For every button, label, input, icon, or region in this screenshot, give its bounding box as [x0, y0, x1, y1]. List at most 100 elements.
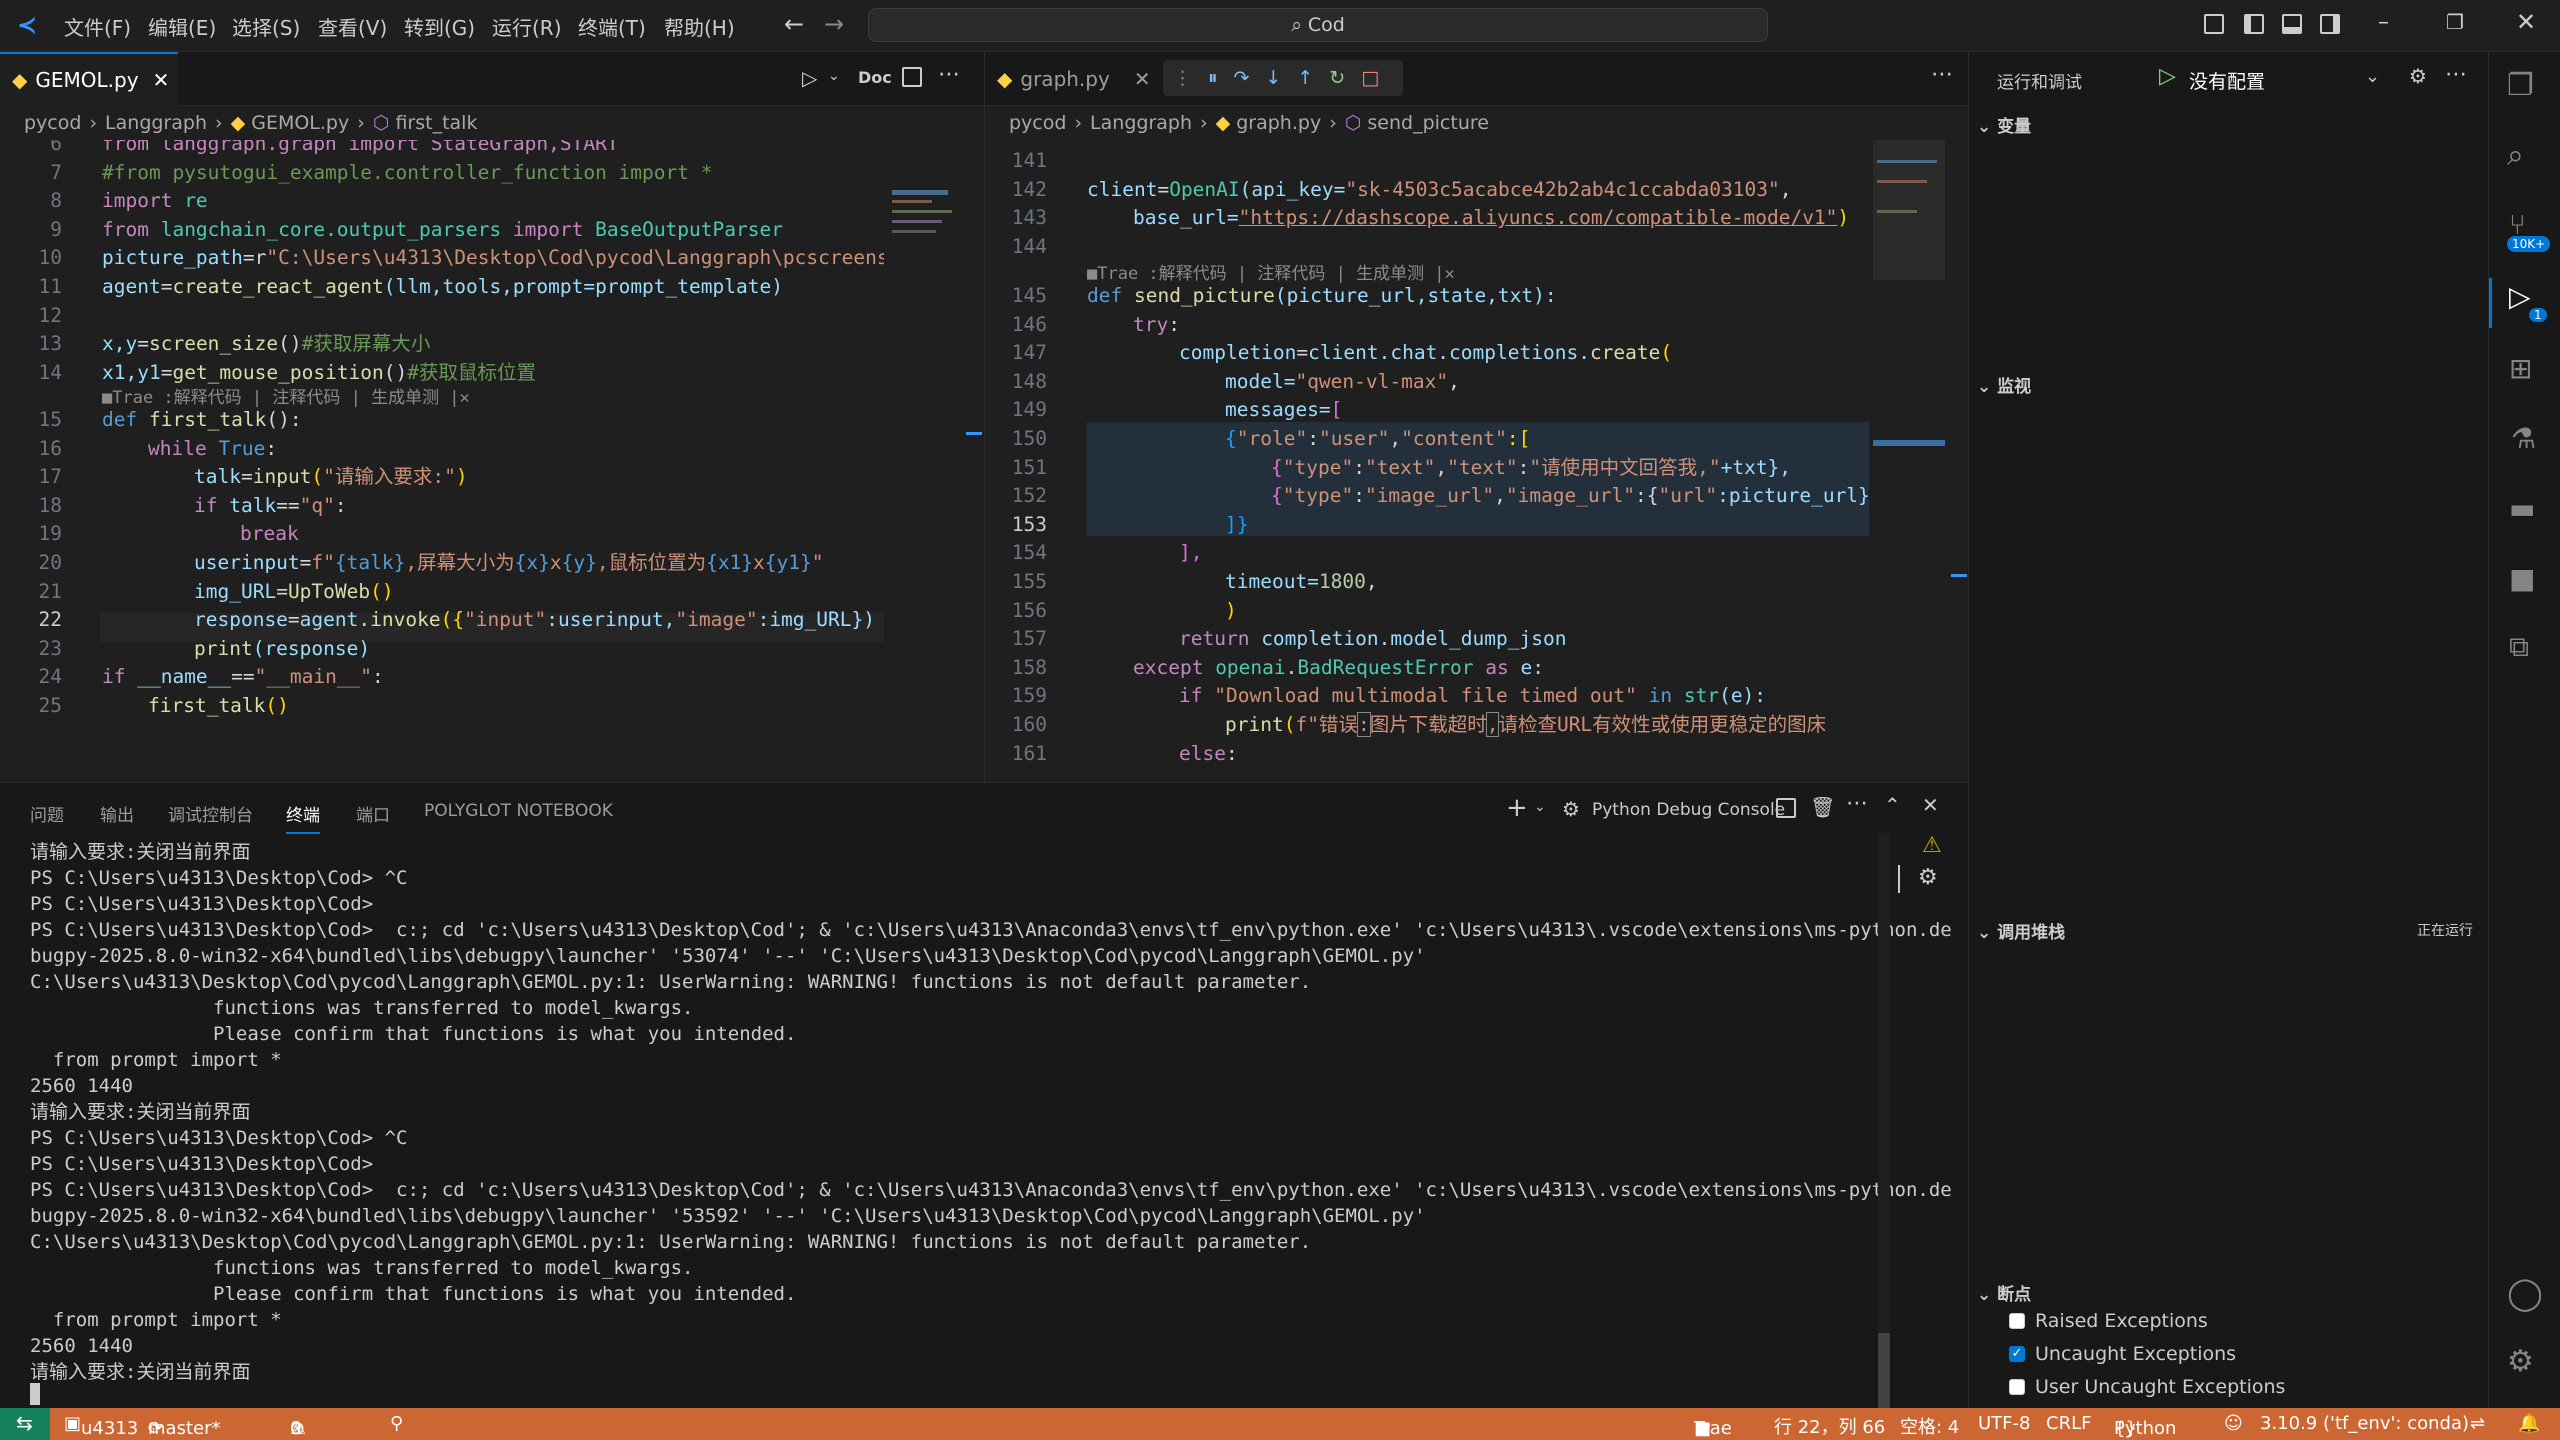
- extensions-icon[interactable]: ⊞: [2509, 352, 2532, 385]
- split-terminal-icon[interactable]: [1776, 798, 1796, 818]
- gear-icon[interactable]: ⚙: [2409, 64, 2427, 88]
- testing-flask-icon[interactable]: ⚗: [2511, 422, 2536, 455]
- breadcrumb-item[interactable]: pycod: [1009, 112, 1066, 134]
- indentation-status[interactable]: 空格: 4: [1900, 1413, 1959, 1439]
- remote-indicator[interactable]: ⇆: [0, 1408, 50, 1440]
- close-codelens-icon[interactable]: ✕: [460, 388, 470, 408]
- menu-terminal[interactable]: 终端(T): [578, 12, 646, 41]
- breadcrumb-item[interactable]: pycod: [24, 112, 81, 134]
- tab-ports[interactable]: 端口: [356, 801, 390, 826]
- back-arrow-icon[interactable]: ←: [784, 10, 804, 38]
- code-editor-left[interactable]: 6 from langgraph.graph import StateGraph,…: [0, 140, 884, 782]
- toggle-panel-icon[interactable]: [2282, 14, 2302, 34]
- restart-icon[interactable]: ↻: [1329, 67, 1345, 89]
- code-editor-right[interactable]: 141 142 client=OpenAI(api_key="sk-4503c5a…: [985, 140, 1869, 782]
- run-dropdown-icon[interactable]: ⌄: [828, 68, 840, 84]
- checkbox-unchecked[interactable]: [2009, 1313, 2025, 1329]
- forward-arrow-icon[interactable]: →: [824, 10, 844, 38]
- restore-icon[interactable]: ❐: [2446, 10, 2464, 34]
- interpreter-status[interactable]: 3.10.9 ('tf_env': conda): [2260, 1413, 2469, 1434]
- minimap-right[interactable]: [1873, 140, 1945, 782]
- tab-gemol-py[interactable]: ◆ GEMOL.py ✕: [0, 52, 178, 106]
- breakpoint-raised[interactable]: Raised Exceptions: [2009, 1310, 2208, 1332]
- minimap-left[interactable]: [888, 140, 960, 782]
- step-into-icon[interactable]: ↓: [1265, 67, 1281, 89]
- section-callstack[interactable]: ⌄ 调用堆栈: [1977, 918, 2065, 943]
- run-python-icon[interactable]: ▷: [802, 66, 817, 90]
- close-window-icon[interactable]: ✕: [2516, 8, 2536, 36]
- tab-terminal[interactable]: 终端: [286, 801, 320, 834]
- search-icon[interactable]: ⌕: [2507, 138, 2524, 173]
- remote-explorer-icon[interactable]: ▬: [2509, 492, 2535, 525]
- menu-selection[interactable]: 选择(S): [232, 12, 300, 41]
- breadcrumb-item[interactable]: first_talk: [395, 112, 477, 134]
- terminal-name-label[interactable]: Python Debug Console: [1592, 800, 1785, 820]
- command-center-search[interactable]: ⌕ Cod: [868, 8, 1768, 42]
- close-tab-icon[interactable]: ✕: [1134, 67, 1151, 91]
- code-token[interactable]: "https://dashscope.aliyuncs.com/compatib…: [1239, 206, 1838, 229]
- terminal-output[interactable]: 请输入要求:关闭当前界面 PS C:\Users\u4313\Desktop\Co…: [0, 833, 1952, 1409]
- more-actions-icon[interactable]: ⋯: [1846, 791, 1868, 816]
- explorer-icon[interactable]: ❐: [2507, 68, 2534, 103]
- panel-icon[interactable]: ■: [2509, 562, 2535, 595]
- close-tab-icon[interactable]: ✕: [153, 68, 170, 92]
- terminal-scrollbar[interactable]: [1878, 833, 1890, 1409]
- menu-view[interactable]: 查看(V): [318, 12, 387, 41]
- breadcrumb-item[interactable]: graph.py: [1236, 112, 1321, 134]
- tab-output[interactable]: 输出: [100, 801, 134, 826]
- extension-plugin-icon[interactable]: ⧉: [2509, 630, 2529, 664]
- tab-problems[interactable]: 问题: [30, 801, 64, 826]
- layout-icon[interactable]: ⇌: [2470, 1413, 2485, 1434]
- toggle-secondary-sidebar-icon[interactable]: [2320, 14, 2340, 34]
- manage-gear-icon[interactable]: ⚙: [2507, 1344, 2534, 1379]
- terminal-dropdown-icon[interactable]: ⌄: [1534, 799, 1546, 815]
- codelens-trae[interactable]: ■Trae :解释代码 | 注释代码 | 生成单测 |✕: [102, 388, 470, 408]
- menu-edit[interactable]: 编辑(E): [148, 12, 216, 41]
- menu-file[interactable]: 文件(F): [64, 12, 131, 41]
- step-out-icon[interactable]: ↑: [1297, 67, 1313, 89]
- run-debug-icon[interactable]: ▷: [2509, 280, 2531, 313]
- tab-polyglot-notebook[interactable]: POLYGLOT NOTEBOOK: [424, 801, 613, 821]
- checkbox-checked[interactable]: ✓: [2009, 1346, 2025, 1362]
- breadcrumb-item[interactable]: send_picture: [1367, 112, 1489, 134]
- config-select[interactable]: 没有配置: [2189, 67, 2265, 94]
- breadcrumb-item[interactable]: Langgraph: [1090, 112, 1192, 134]
- pause-icon[interactable]: ⏸: [1208, 67, 1218, 89]
- more-actions-icon[interactable]: ⋯: [2445, 62, 2467, 87]
- live-share-icon[interactable]: ⚲: [390, 1413, 403, 1434]
- close-codelens-icon[interactable]: ✕: [1445, 264, 1455, 284]
- menu-go[interactable]: 转到(G): [404, 12, 475, 41]
- copilot-icon[interactable]: ☺: [2224, 1413, 2243, 1434]
- breadcrumb-item[interactable]: Langgraph: [105, 112, 207, 134]
- split-editor-icon[interactable]: [902, 67, 922, 87]
- chevron-down-icon[interactable]: ⌄: [2365, 66, 2380, 87]
- eol-status[interactable]: CRLF: [2046, 1413, 2091, 1434]
- breadcrumb-item[interactable]: GEMOL.py: [251, 112, 349, 134]
- doc-button[interactable]: Doc: [858, 68, 892, 87]
- debug-terminal-icon[interactable]: ⚙: [1918, 865, 1938, 890]
- tab-graph-py[interactable]: ◆ graph.py ✕: [985, 52, 1157, 106]
- encoding-status[interactable]: UTF-8: [1978, 1413, 2030, 1434]
- menu-run[interactable]: 运行(R): [492, 12, 562, 41]
- section-variables[interactable]: ⌄ 变量: [1977, 112, 2031, 137]
- checkbox-unchecked[interactable]: [2009, 1379, 2025, 1395]
- section-watch[interactable]: ⌄ 监视: [1977, 372, 2031, 397]
- stop-icon[interactable]: □: [1361, 67, 1379, 89]
- notifications-bell-icon[interactable]: 🔔: [2518, 1413, 2540, 1434]
- minimize-icon[interactable]: –: [2378, 10, 2389, 35]
- trash-icon[interactable]: 🗑: [1810, 795, 1835, 819]
- new-terminal-icon[interactable]: +: [1506, 793, 1528, 823]
- customize-layout-icon[interactable]: [2204, 14, 2224, 34]
- breakpoint-uncaught[interactable]: ✓ Uncaught Exceptions: [2009, 1343, 2236, 1365]
- start-debug-icon[interactable]: ▷: [2159, 64, 2176, 89]
- breakpoint-user-uncaught[interactable]: User Uncaught Exceptions: [2009, 1376, 2285, 1398]
- warning-icon[interactable]: ⚠: [1922, 833, 1942, 858]
- close-panel-icon[interactable]: ✕: [1922, 793, 1939, 817]
- step-over-icon[interactable]: ↷: [1234, 67, 1250, 89]
- more-actions-icon[interactable]: ⋯: [938, 62, 960, 87]
- account-icon[interactable]: ◯: [2507, 1274, 2543, 1312]
- maximize-panel-icon[interactable]: ⌃: [1884, 793, 1901, 817]
- account-status[interactable]: ▣ u4313: [64, 1413, 138, 1439]
- tab-debug-console[interactable]: 调试控制台: [168, 801, 253, 826]
- drag-handle-icon[interactable]: ⋮: [1173, 67, 1192, 89]
